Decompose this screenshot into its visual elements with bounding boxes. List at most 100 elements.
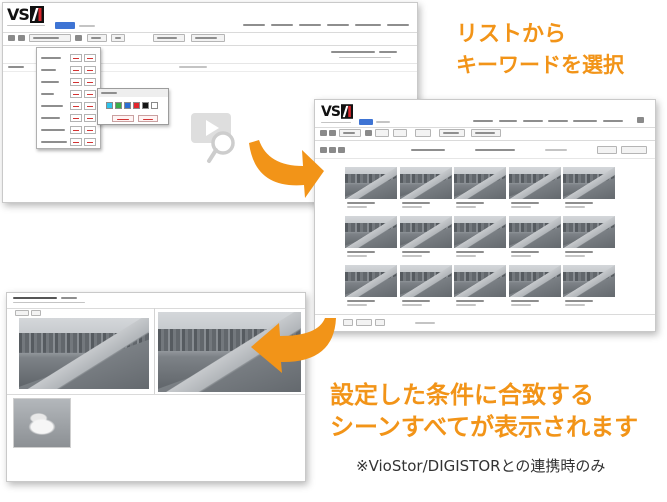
- header-menu-item[interactable]: [355, 24, 381, 26]
- keyword-option-button[interactable]: [70, 114, 82, 122]
- tab-label[interactable]: [376, 121, 390, 123]
- tab-selected[interactable]: [55, 22, 75, 29]
- keyword-option-button[interactable]: [70, 66, 82, 74]
- row-text: [8, 66, 24, 68]
- toolbar-button[interactable]: [471, 129, 501, 137]
- toolbar-button[interactable]: [111, 34, 125, 42]
- keyword-dropdown[interactable]: [29, 34, 71, 42]
- toolbar-button[interactable]: [375, 129, 389, 137]
- color-swatch[interactable]: [124, 102, 131, 109]
- vehicle-snapshot-image[interactable]: [13, 398, 71, 448]
- keyword-option-button[interactable]: [84, 114, 96, 122]
- toolbar-icon[interactable]: [8, 35, 15, 41]
- toolbar-icon[interactable]: [365, 130, 372, 136]
- keyword-option-button[interactable]: [70, 90, 82, 98]
- toolbar-icon[interactable]: [75, 35, 82, 41]
- toolbar-button[interactable]: [439, 129, 465, 137]
- keyword-dropdown-list[interactable]: [36, 47, 101, 149]
- camera-thumbnail[interactable]: [508, 265, 561, 311]
- header-menu-item[interactable]: [271, 24, 293, 26]
- view-icon[interactable]: [329, 147, 336, 153]
- toolbar-icon[interactable]: [320, 130, 327, 136]
- keyword-list-item[interactable]: [37, 89, 100, 100]
- keyword-list-item[interactable]: [37, 137, 100, 148]
- keyword-option-button[interactable]: [70, 54, 82, 62]
- keyword-list-item[interactable]: [37, 77, 100, 88]
- header-menu-item[interactable]: [299, 24, 321, 26]
- keyword-option-button[interactable]: [84, 138, 96, 146]
- pagination-button[interactable]: [356, 319, 372, 326]
- camera-thumbnail[interactable]: [399, 167, 452, 213]
- color-swatch[interactable]: [106, 102, 113, 109]
- keyword-list-item[interactable]: [37, 113, 100, 124]
- header-menu-item[interactable]: [327, 24, 349, 26]
- keyword-option-button[interactable]: [70, 78, 82, 86]
- camera-thumbnail[interactable]: [345, 167, 397, 213]
- keyword-option-button[interactable]: [70, 126, 82, 134]
- toolbar-dropdown[interactable]: [339, 129, 361, 137]
- popup-apply-button[interactable]: [112, 115, 134, 122]
- camera-thumbnail[interactable]: [508, 216, 561, 262]
- camera-thumbnail[interactable]: [454, 167, 506, 213]
- view-icon[interactable]: [338, 147, 345, 153]
- view-tab[interactable]: [31, 310, 41, 316]
- keyword-label: [41, 81, 59, 83]
- camera-frame-image: [345, 265, 397, 297]
- keyword-option-button[interactable]: [84, 78, 96, 86]
- toolbar-button[interactable]: [393, 129, 407, 137]
- header-icon[interactable]: [637, 117, 644, 123]
- color-swatch[interactable]: [115, 102, 122, 109]
- header-menu-item[interactable]: [573, 120, 597, 122]
- tab-selected[interactable]: [359, 119, 373, 125]
- header-menu-item[interactable]: [548, 120, 568, 122]
- camera-thumbnail[interactable]: [399, 216, 452, 262]
- camera-thumbnail[interactable]: [454, 265, 506, 311]
- toolbar-icon[interactable]: [18, 35, 25, 41]
- keyword-list-item[interactable]: [37, 125, 100, 136]
- pagination-button[interactable]: [343, 319, 353, 326]
- pagination-button[interactable]: [375, 319, 385, 326]
- keyword-option-button[interactable]: [84, 90, 96, 98]
- header-menu-item[interactable]: [387, 24, 409, 26]
- camera-thumbnail[interactable]: [563, 265, 615, 311]
- view-icon[interactable]: [320, 147, 327, 153]
- toolbar-button[interactable]: [191, 34, 225, 42]
- camera-thumbnail[interactable]: [454, 216, 506, 262]
- header-menu-item[interactable]: [243, 24, 265, 26]
- camera-thumbnail[interactable]: [345, 216, 397, 262]
- header-menu-item[interactable]: [499, 120, 517, 122]
- keyword-list-item[interactable]: [37, 53, 100, 64]
- keyword-option-button[interactable]: [84, 66, 96, 74]
- toolbar-button[interactable]: [415, 129, 431, 137]
- toolbar-button[interactable]: [87, 34, 107, 42]
- camera-thumbnail[interactable]: [508, 167, 561, 213]
- color-picker-popup[interactable]: [97, 88, 169, 125]
- camera-scene-image[interactable]: [19, 318, 149, 389]
- keyword-list-item[interactable]: [37, 101, 100, 112]
- view-tab[interactable]: [15, 310, 29, 316]
- keyword-option-button[interactable]: [84, 102, 96, 110]
- tab-label[interactable]: [79, 25, 95, 27]
- keyword-option-button[interactable]: [84, 126, 96, 134]
- color-swatch[interactable]: [133, 102, 140, 109]
- vs-logo: VS: [7, 6, 44, 23]
- header-menu-item[interactable]: [523, 120, 543, 122]
- camera-thumbnail[interactable]: [399, 265, 452, 311]
- view-button[interactable]: [597, 146, 617, 154]
- popup-cancel-button[interactable]: [138, 115, 158, 122]
- color-swatch[interactable]: [151, 102, 158, 109]
- camera-thumbnail[interactable]: [345, 265, 397, 311]
- keyword-option-button[interactable]: [84, 54, 96, 62]
- keyword-option-button[interactable]: [70, 138, 82, 146]
- view-button[interactable]: [621, 146, 647, 154]
- header-menu-item[interactable]: [603, 120, 623, 122]
- camera-thumbnail[interactable]: [563, 167, 615, 213]
- toolbar-icon[interactable]: [329, 130, 336, 136]
- camera-scene-image[interactable]: [158, 312, 301, 392]
- color-swatch[interactable]: [142, 102, 149, 109]
- keyword-option-button[interactable]: [70, 102, 82, 110]
- header-menu-item[interactable]: [473, 120, 493, 122]
- keyword-list-item[interactable]: [37, 65, 100, 76]
- camera-thumbnail[interactable]: [563, 216, 615, 262]
- toolbar-button[interactable]: [153, 34, 185, 42]
